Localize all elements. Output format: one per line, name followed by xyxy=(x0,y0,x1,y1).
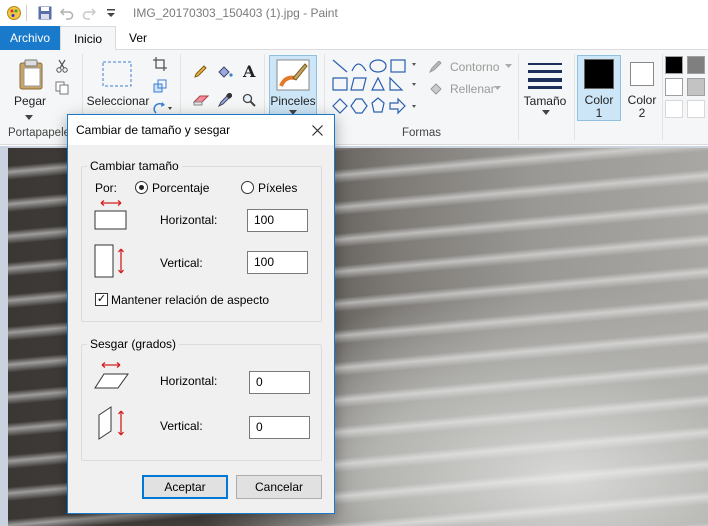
skew-horizontal-input[interactable]: 0 xyxy=(249,371,310,394)
window-title: IMG_20170303_150403 (1).jpg - Paint xyxy=(133,6,338,20)
fill-dropdown-icon[interactable] xyxy=(492,84,502,92)
resize-horizontal-label: Horizontal: xyxy=(160,213,218,227)
copy-icon[interactable] xyxy=(54,80,70,96)
skew-vertical-label: Vertical: xyxy=(160,419,203,433)
dialog-close-button[interactable] xyxy=(304,118,330,142)
fill-button[interactable]: Rellenar xyxy=(450,82,495,96)
resize-legend: Cambiar tamaño xyxy=(87,159,182,173)
eraser-icon[interactable] xyxy=(192,92,210,108)
tab-view[interactable]: Ver xyxy=(116,26,160,50)
color1-swatch xyxy=(584,59,614,89)
fill-bucket-icon[interactable] xyxy=(216,64,234,80)
dialog-title-bar: Cambiar de tamaño y sesgar xyxy=(68,115,334,145)
color2-label-line2: 2 xyxy=(638,106,646,120)
outline-dropdown-icon[interactable] xyxy=(503,62,513,70)
close-icon xyxy=(311,124,323,136)
pencil-icon[interactable] xyxy=(192,64,208,80)
resize-vertical-icon xyxy=(94,243,128,279)
save-icon[interactable] xyxy=(37,5,53,21)
quick-access-dropdown-icon[interactable] xyxy=(103,5,119,21)
skew-vertical-icon xyxy=(96,405,130,441)
size-dropdown-icon[interactable] xyxy=(540,108,552,116)
line-size-icon[interactable] xyxy=(526,58,564,92)
palette-color-white[interactable] xyxy=(665,78,683,96)
percent-label[interactable]: Porcentaje xyxy=(152,181,209,195)
keep-aspect-label[interactable]: Mantener relación de aspecto xyxy=(111,293,269,307)
dialog-title: Cambiar de tamaño y sesgar xyxy=(76,123,231,137)
palette-color-light-gray[interactable] xyxy=(687,78,705,96)
skew-legend: Sesgar (grados) xyxy=(87,337,180,351)
undo-icon[interactable] xyxy=(59,5,75,21)
paste-icon[interactable] xyxy=(16,58,46,92)
skew-horizontal-label: Horizontal: xyxy=(160,374,218,388)
resize-horizontal-input[interactable]: 100 xyxy=(247,209,308,232)
brush-icon xyxy=(273,57,313,93)
cut-icon[interactable] xyxy=(54,58,70,74)
color2-label-line1: Color xyxy=(627,93,657,107)
title-bar: IMG_20170303_150403 (1).jpg - Paint xyxy=(0,0,708,26)
outline-button[interactable]: Contorno xyxy=(450,60,499,74)
shapes-gallery[interactable] xyxy=(330,56,418,124)
fill-icon[interactable] xyxy=(428,82,444,96)
paste-dropdown-icon[interactable] xyxy=(22,112,36,122)
svg-text:A: A xyxy=(242,63,256,79)
color2-label[interactable]: Color 2 xyxy=(622,94,662,120)
paste-button[interactable]: Pegar xyxy=(10,94,50,108)
size-button[interactable]: Tamaño xyxy=(520,94,570,108)
keep-aspect-checkbox[interactable]: ✓ xyxy=(95,293,108,306)
redo-icon[interactable] xyxy=(81,5,97,21)
resize-vertical-label: Vertical: xyxy=(160,256,203,270)
ok-button[interactable]: Aceptar xyxy=(142,475,228,499)
clipboard-group-label: Portapapeles xyxy=(8,127,76,139)
by-label: Por: xyxy=(95,181,118,195)
resize-vertical-input[interactable]: 100 xyxy=(247,251,308,274)
color-picker-icon[interactable] xyxy=(216,92,234,108)
crop-icon[interactable] xyxy=(152,56,168,72)
brushes-label: Pinceles xyxy=(270,94,316,108)
ribbon-tabs: Archivo Inicio Ver xyxy=(0,26,708,51)
pixels-label[interactable]: Píxeles xyxy=(258,181,297,195)
tab-file[interactable]: Archivo xyxy=(0,26,61,50)
color1-label: Color 1 xyxy=(577,94,621,120)
tab-home[interactable]: Inicio xyxy=(60,26,117,51)
color1-label-line2: 1 xyxy=(595,106,603,120)
shapes-group-label: Formas xyxy=(402,127,441,139)
text-icon[interactable]: A xyxy=(240,62,258,80)
palette-color-empty[interactable] xyxy=(687,100,705,118)
palette-color-black[interactable] xyxy=(665,56,683,74)
palette-color-gray[interactable] xyxy=(687,56,705,74)
resize-horizontal-icon xyxy=(94,199,128,231)
color2-swatch[interactable] xyxy=(630,62,654,86)
select-icon[interactable] xyxy=(102,60,132,88)
magnifier-icon[interactable] xyxy=(240,92,258,108)
percent-radio[interactable] xyxy=(135,181,148,194)
resize-icon[interactable] xyxy=(152,78,168,94)
skew-horizontal-icon xyxy=(94,361,130,391)
color1-label-line1: Color xyxy=(584,93,614,107)
palette-color-empty[interactable] xyxy=(665,100,683,118)
select-button[interactable]: Seleccionar xyxy=(86,94,150,108)
skew-vertical-input[interactable]: 0 xyxy=(249,416,310,439)
pixels-radio[interactable] xyxy=(241,181,254,194)
resize-skew-dialog: Cambiar de tamaño y sesgar Cambiar tamañ… xyxy=(67,114,335,514)
outline-icon[interactable] xyxy=(428,60,444,74)
paint-app-icon[interactable] xyxy=(6,5,22,21)
cancel-button[interactable]: Cancelar xyxy=(236,475,322,499)
